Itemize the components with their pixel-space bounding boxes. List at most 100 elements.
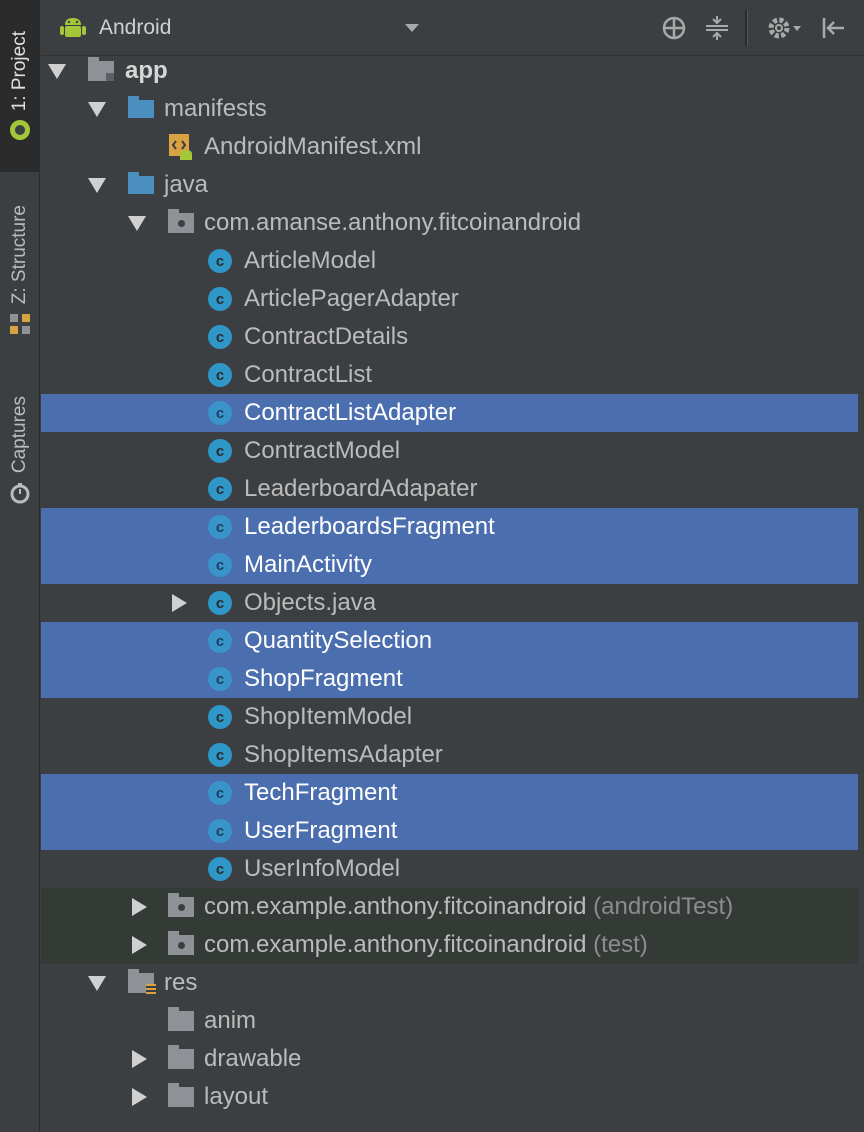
tree-node-manifests[interactable]: manifests <box>41 90 858 128</box>
tree-node-class[interactable]: c ContractModel <box>41 432 858 470</box>
tree-node-label: ArticleModel <box>244 247 377 274</box>
tree-node-label: AndroidManifest.xml <box>204 133 422 160</box>
folder-icon <box>167 1045 195 1073</box>
tree-node-label: ShopFragment <box>244 665 403 692</box>
tree-node-res[interactable]: res <box>41 964 858 1002</box>
crosshair-icon <box>662 16 686 40</box>
view-mode-dropdown[interactable]: Android <box>59 10 419 46</box>
tool-window-strip: 1: Project Z: Structure Captures <box>0 0 40 1132</box>
hide-panel-icon <box>822 18 844 38</box>
class-icon: c <box>206 817 234 845</box>
captures-icon <box>10 482 30 504</box>
scroll-from-source-button[interactable] <box>658 12 690 44</box>
tree-node-class[interactable]: c ArticleModel <box>41 242 858 280</box>
expand-arrow[interactable] <box>127 933 151 957</box>
collapse-all-button[interactable] <box>701 12 733 44</box>
tree-node-android-manifest[interactable]: AndroidManifest.xml <box>41 128 858 166</box>
chevron-down-icon <box>405 24 419 32</box>
tree-node-package-android-test[interactable]: com.example.anthony.fitcoinandroid (andr… <box>41 888 858 926</box>
android-project-icon <box>10 120 30 141</box>
tab-project[interactable]: 1: Project <box>0 0 40 172</box>
tree-node-res-drawable[interactable]: drawable <box>41 1040 858 1078</box>
tree-node-label: layout <box>204 1083 269 1110</box>
toolbar-divider <box>745 10 748 46</box>
expand-arrow[interactable] <box>127 1047 151 1071</box>
hide-panel-button[interactable] <box>817 12 849 44</box>
tree-node-java[interactable]: java <box>41 166 858 204</box>
resources-folder-icon <box>127 969 156 997</box>
tree-node-label: TechFragment <box>244 779 398 806</box>
module-folder-icon <box>87 57 115 85</box>
class-icon: c <box>206 437 234 465</box>
expand-arrow[interactable] <box>127 895 151 919</box>
tree-node-label: com.example.anthony.fitcoinandroid (andr… <box>204 893 733 921</box>
tree-node-class[interactable]: c ShopItemModel <box>41 698 858 736</box>
tree-node-label: UserFragment <box>244 817 398 844</box>
tab-captures[interactable]: Captures <box>0 380 40 520</box>
tree-node-class-selected[interactable]: c MainActivity <box>41 546 858 584</box>
tree-node-label: app <box>125 57 168 84</box>
class-icon: c <box>206 741 234 769</box>
tree-node-class-selected[interactable]: c QuantitySelection <box>41 622 858 660</box>
class-icon: c <box>206 475 234 503</box>
tree-node-label: res <box>164 969 198 996</box>
tree-node-class[interactable]: c LeaderboardAdapater <box>41 470 858 508</box>
tree-node-label: ShopItemModel <box>244 703 413 730</box>
tree-node-label: UserInfoModel <box>244 855 401 882</box>
tree-node-package-main[interactable]: com.amanse.anthony.fitcoinandroid <box>41 204 858 242</box>
class-icon: c <box>206 703 234 731</box>
source-set-suffix: (androidTest) <box>593 893 734 920</box>
expand-arrow[interactable] <box>85 173 109 197</box>
tree-node-class-selected[interactable]: c ContractListAdapter <box>41 394 858 432</box>
class-icon: c <box>206 551 234 579</box>
tree-node-label: QuantitySelection <box>244 627 433 654</box>
class-icon: c <box>206 779 234 807</box>
tab-structure[interactable]: Z: Structure <box>0 190 40 350</box>
folder-icon <box>167 1083 195 1111</box>
tree-node-class[interactable]: c ContractDetails <box>41 318 858 356</box>
tree-node-label: ShopItemsAdapter <box>244 741 443 768</box>
class-icon: c <box>206 247 234 275</box>
tree-node-label: java <box>164 171 209 198</box>
package-name: com.example.anthony.fitcoinandroid <box>204 893 587 920</box>
class-icon: c <box>206 361 234 389</box>
tree-node-class[interactable]: c ShopItemsAdapter <box>41 736 858 774</box>
class-icon: c <box>206 513 234 541</box>
tree-node-class-selected[interactable]: c LeaderboardsFragment <box>41 508 858 546</box>
tree-node-package-test[interactable]: com.example.anthony.fitcoinandroid (test… <box>41 926 858 964</box>
expand-arrow[interactable] <box>85 971 109 995</box>
tree-node-label: manifests <box>164 95 267 122</box>
tree-node-objects-java[interactable]: c Objects.java <box>41 584 858 622</box>
class-icon: c <box>206 627 234 655</box>
tree-node-label: drawable <box>204 1045 302 1072</box>
tree-node-class-selected[interactable]: c UserFragment <box>41 812 858 850</box>
tree-node-res-layout[interactable]: layout <box>41 1078 858 1116</box>
tree-node-label: LeaderboardAdapater <box>244 475 478 502</box>
expand-arrow[interactable] <box>45 59 69 83</box>
package-icon <box>167 893 195 921</box>
expand-arrow[interactable] <box>167 591 191 615</box>
package-icon <box>167 931 195 959</box>
tree-node-label: ContractDetails <box>244 323 409 350</box>
tree-node-label: com.example.anthony.fitcoinandroid (test… <box>204 931 648 959</box>
tree-node-class-selected[interactable]: c TechFragment <box>41 774 858 812</box>
tree-node-label: ArticlePagerAdapter <box>244 285 459 312</box>
collapse-all-icon <box>706 16 728 40</box>
expand-arrow[interactable] <box>85 97 109 121</box>
tree-node-class[interactable]: c ArticlePagerAdapter <box>41 280 858 318</box>
expand-arrow[interactable] <box>125 211 149 235</box>
class-icon: c <box>206 665 234 693</box>
settings-button[interactable] <box>763 12 807 44</box>
tree-node-app[interactable]: app <box>41 56 858 90</box>
tree-node-res-anim[interactable]: anim <box>41 1002 858 1040</box>
package-icon <box>167 209 195 237</box>
manifest-file-icon <box>167 133 195 161</box>
tree-node-class[interactable]: c UserInfoModel <box>41 850 858 888</box>
expand-arrow[interactable] <box>127 1085 151 1109</box>
tree-node-label: ContractModel <box>244 437 401 464</box>
project-toolbar: Android <box>41 0 864 56</box>
tree-node-class[interactable]: c ContractList <box>41 356 858 394</box>
class-icon: c <box>206 285 234 313</box>
tree-node-class-selected[interactable]: c ShopFragment <box>41 660 858 698</box>
folder-icon <box>127 171 155 199</box>
